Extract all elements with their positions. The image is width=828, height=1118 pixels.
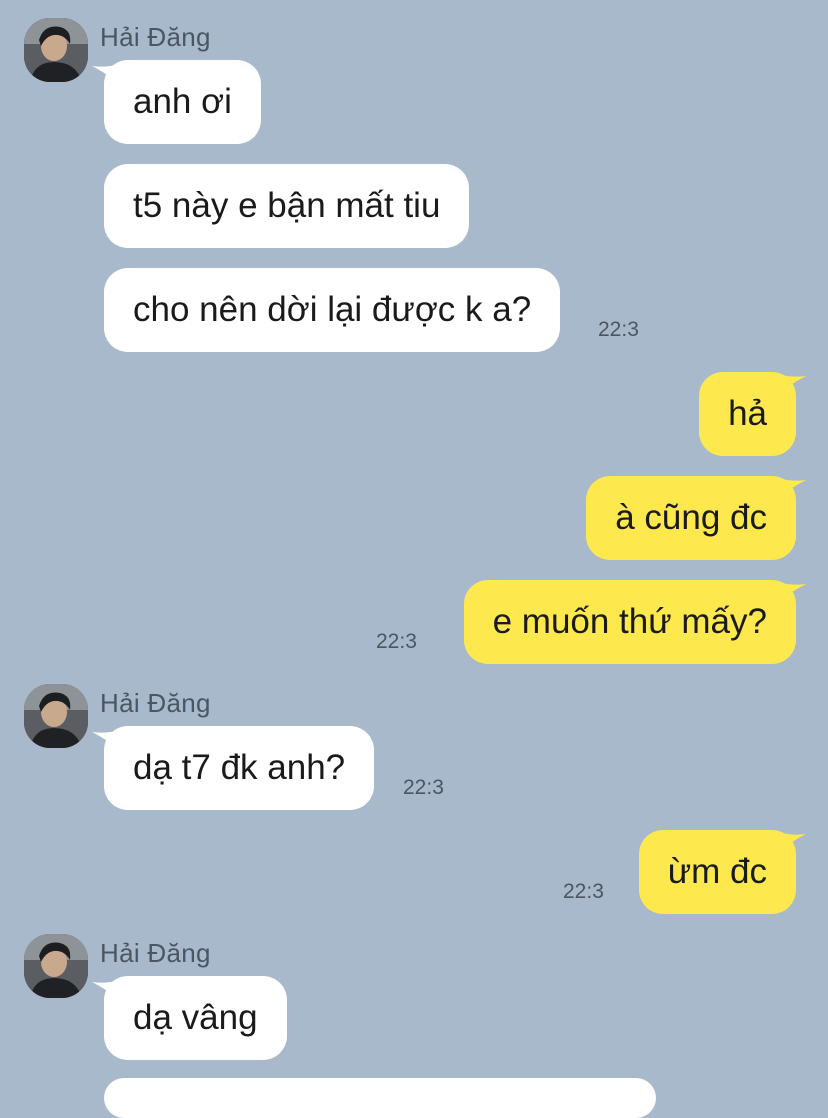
sender-name: Hải Đăng	[100, 938, 211, 968]
message-bubble-incoming-partial[interactable]	[104, 1078, 656, 1118]
message-time: 22:3	[403, 776, 444, 799]
message-bubble-incoming[interactable]: t5 này e bận mất tiu	[104, 164, 470, 248]
message-bubble-outgoing[interactable]: à cũng đc	[586, 476, 796, 560]
avatar-photo-icon	[24, 934, 88, 998]
message-bubble-outgoing[interactable]: ừm đc	[638, 830, 796, 914]
message-bubble-incoming[interactable]: dạ t7 đk anh?	[104, 726, 375, 810]
contact-avatar[interactable]	[24, 684, 88, 748]
message-bubble-incoming[interactable]: dạ vâng	[104, 976, 287, 1060]
contact-avatar[interactable]	[24, 934, 88, 998]
sender-name: Hải Đăng	[100, 22, 211, 52]
contact-avatar[interactable]	[24, 18, 88, 82]
avatar-photo-icon	[24, 684, 88, 748]
message-time: 22:3	[598, 318, 639, 341]
sender-name: Hải Đăng	[100, 688, 211, 718]
message-time: 22:3	[563, 880, 604, 903]
message-bubble-incoming[interactable]: anh ơi	[104, 60, 261, 144]
message-bubble-incoming[interactable]: cho nên dời lại được k a?	[104, 268, 561, 352]
message-time: 22:3	[376, 630, 417, 653]
message-bubble-outgoing[interactable]: hả	[699, 372, 796, 456]
message-bubble-outgoing[interactable]: e muốn thứ mấy?	[463, 580, 796, 664]
avatar-photo-icon	[24, 18, 88, 82]
